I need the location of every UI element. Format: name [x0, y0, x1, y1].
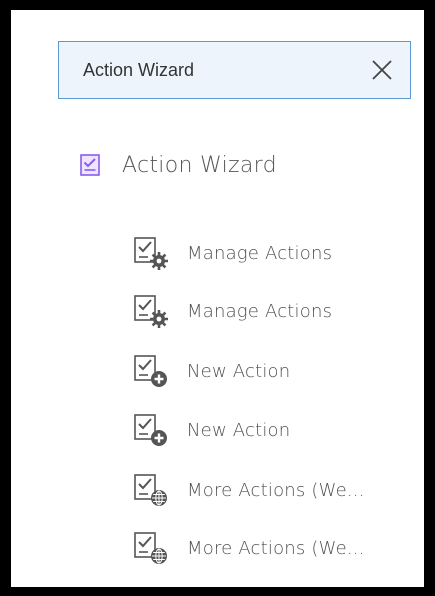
- list-item-label: More Actions (We...: [187, 537, 365, 559]
- list-item-label: New Action: [187, 360, 291, 382]
- new-action-icon: [131, 352, 171, 390]
- new-action-icon: [131, 411, 171, 449]
- clear-search-button[interactable]: [354, 42, 410, 98]
- list-item-new-action[interactable]: New Action: [131, 349, 290, 393]
- tools-search-panel: Action Wizard Manage Actions: [11, 10, 424, 587]
- more-actions-web-icon: [131, 471, 171, 509]
- tool-action-wizard[interactable]: Action Wizard: [80, 143, 277, 187]
- manage-actions-icon: [131, 292, 171, 330]
- list-item-more-actions-web[interactable]: More Actions (We...: [131, 468, 365, 512]
- list-item-label: More Actions (We...: [187, 479, 365, 501]
- list-item-manage-actions[interactable]: Manage Actions: [131, 289, 332, 333]
- close-icon: [372, 60, 392, 80]
- list-item-manage-actions[interactable]: Manage Actions: [131, 231, 332, 275]
- list-item-label: Manage Actions: [187, 242, 333, 264]
- tool-label: Action Wizard: [122, 152, 277, 178]
- search-input[interactable]: [59, 42, 354, 98]
- manage-actions-icon: [131, 234, 171, 272]
- list-item-more-actions-web[interactable]: More Actions (We...: [131, 526, 365, 570]
- action-wizard-icon: [80, 154, 100, 176]
- search-box: [58, 41, 411, 99]
- list-item-label: New Action: [187, 419, 291, 441]
- list-item-new-action[interactable]: New Action: [131, 408, 290, 452]
- list-item-label: Manage Actions: [187, 300, 333, 322]
- more-actions-web-icon: [131, 529, 171, 567]
